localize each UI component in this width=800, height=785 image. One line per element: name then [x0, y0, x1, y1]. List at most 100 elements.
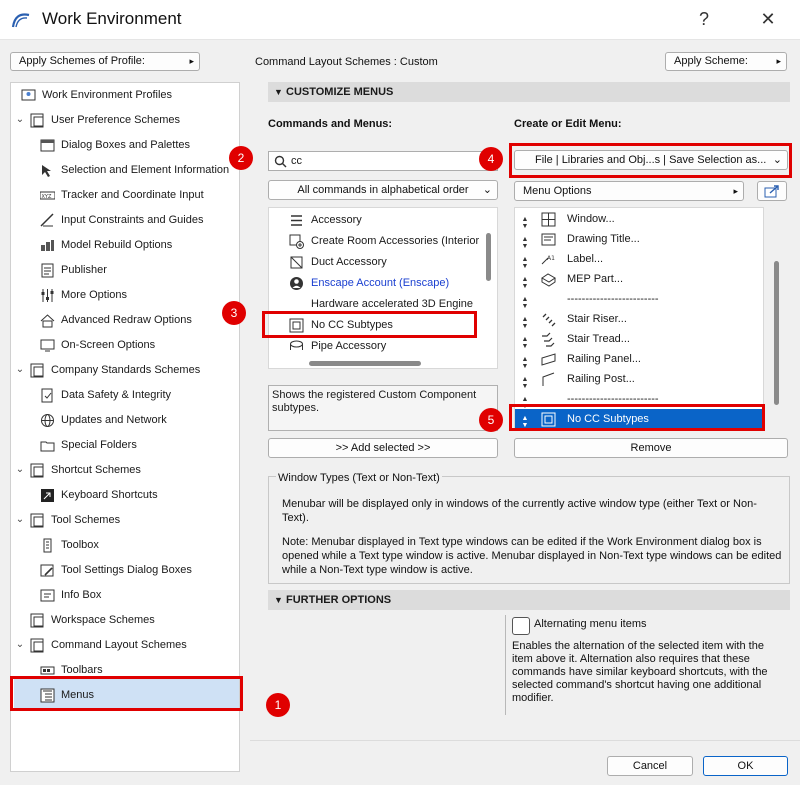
- house-icon: [40, 314, 55, 328]
- collapse-triangle-icon: ▼: [274, 87, 283, 97]
- help-button[interactable]: ?: [688, 4, 720, 36]
- apply-scheme-label: Apply Scheme:: [674, 55, 748, 67]
- scheme-folder-icon: [30, 638, 44, 653]
- commands-horizontal-scrollbar[interactable]: [309, 361, 421, 366]
- highlight-box-menu-select: [509, 143, 792, 178]
- close-icon[interactable]: ✕: [752, 4, 784, 36]
- sliders-icon: [41, 289, 54, 302]
- info-box-icon: [40, 589, 55, 602]
- screen-icon: [40, 339, 55, 352]
- selection-icon: [42, 165, 51, 177]
- scheme-folder-icon: [30, 463, 44, 478]
- callout-badge-3: 3: [222, 301, 246, 325]
- railing-post-icon: [542, 372, 555, 386]
- list-item[interactable]: Enscape Account (Enscape): [269, 273, 497, 294]
- create-or-edit-menu-label: Create or Edit Menu:: [514, 118, 622, 130]
- guides-icon: [40, 213, 54, 227]
- search-input[interactable]: cc: [291, 155, 302, 167]
- reorder-arrows-icon[interactable]: ▲ ▼: [521, 216, 529, 230]
- add-selected-button[interactable]: >> Add selected >>: [268, 438, 498, 458]
- list-item[interactable]: ▲ ▼ Window...: [515, 209, 763, 230]
- commands-vertical-scrollbar[interactable]: [486, 233, 491, 281]
- chevron-down-icon[interactable]: ⌄: [14, 459, 26, 481]
- svg-text:XYZ: XYZ: [42, 194, 52, 200]
- list-item[interactable]: Pipe Accessory: [269, 336, 497, 357]
- command-filter-dropdown[interactable]: All commands in alphabetical order ⌄: [268, 180, 498, 200]
- alternating-menu-items-checkbox[interactable]: [512, 617, 530, 635]
- customize-menus-header[interactable]: ▼ CUSTOMIZE MENUS: [268, 82, 790, 102]
- highlight-box-selected-menu-item: [509, 404, 765, 431]
- scheme-folder-icon: [30, 113, 44, 128]
- title-bar: Work Environment ? ✕: [0, 0, 800, 40]
- reorder-arrows-icon[interactable]: ▲ ▼: [521, 376, 529, 390]
- archicad-app-icon: [11, 13, 30, 28]
- menu-items-vertical-scrollbar[interactable]: [774, 261, 779, 405]
- list-item[interactable]: Duct Accessory: [269, 252, 497, 273]
- drawing-title-icon: [541, 233, 556, 246]
- chevron-down-icon[interactable]: ⌄: [14, 634, 26, 656]
- separator-item[interactable]: ▲ ▼ -------------------------: [515, 289, 763, 310]
- search-icon: [274, 155, 287, 168]
- list-item[interactable]: ▲ ▼ Railing Post...: [515, 369, 763, 390]
- command-description: Shows the registered Custom Component su…: [268, 385, 498, 431]
- search-field[interactable]: cc: [268, 151, 498, 171]
- list-item[interactable]: ▲ ▼ A1 Label...: [515, 249, 763, 270]
- toolbox-icon: [43, 538, 52, 553]
- reorder-arrows-icon[interactable]: ▲ ▼: [521, 336, 529, 350]
- room-accessories-icon: [289, 234, 304, 249]
- list-item[interactable]: ▲ ▼ Railing Panel...: [515, 349, 763, 370]
- scheme-folder-icon: [30, 613, 44, 628]
- chevron-right-icon: ▸: [776, 56, 781, 66]
- xyz-tracker-icon: XYZ: [40, 191, 55, 200]
- commands-and-menus-label: Commands and Menus:: [268, 118, 393, 130]
- reorder-arrows-icon[interactable]: ▲ ▼: [521, 316, 529, 330]
- list-item[interactable]: ▲ ▼ MEP Part...: [515, 269, 763, 290]
- pipe-accessory-icon: [290, 340, 303, 350]
- further-options-header[interactable]: ▼ FURTHER OPTIONS: [268, 590, 790, 610]
- reorder-arrows-icon[interactable]: ▲ ▼: [521, 296, 529, 310]
- command-layout-label: Command Layout Schemes : Custom: [255, 56, 438, 68]
- apply-scheme-dropdown[interactable]: Apply Scheme: ▸: [665, 52, 787, 71]
- apply-profile-dropdown[interactable]: Apply Schemes of Profile: ▸: [10, 52, 200, 71]
- rebuild-icon: [41, 240, 54, 251]
- highlight-box-menus: [10, 676, 243, 711]
- ok-button[interactable]: OK: [703, 756, 788, 776]
- window-types-paragraph-2: Note: Menubar displayed in Text type win…: [282, 536, 782, 576]
- chevron-down-icon[interactable]: ⌄: [14, 509, 26, 531]
- menu-options-dropdown[interactable]: Menu Options ▸: [514, 181, 744, 201]
- reorder-arrows-icon[interactable]: ▲ ▼: [521, 256, 529, 270]
- list-item[interactable]: Accessory: [269, 210, 497, 231]
- chevron-right-icon: ▸: [189, 56, 194, 66]
- label-icon: A1: [541, 255, 555, 265]
- mep-part-icon: [541, 273, 556, 287]
- reorder-arrows-icon[interactable]: ▲ ▼: [521, 276, 529, 290]
- scheme-folder-icon: [30, 513, 44, 528]
- list-item[interactable]: ▲ ▼ Stair Tread...: [515, 329, 763, 350]
- cancel-button[interactable]: Cancel: [607, 756, 693, 776]
- vertical-divider: [505, 615, 506, 715]
- chevron-down-icon[interactable]: ⌄: [14, 109, 26, 131]
- stair-tread-icon: [542, 332, 555, 347]
- callout-badge-5: 5: [479, 408, 503, 432]
- tool-settings-icon: [40, 564, 54, 577]
- list-item[interactable]: ▲ ▼ Stair Riser...: [515, 309, 763, 330]
- window-title: Work Environment: [42, 9, 182, 28]
- chevron-down-icon[interactable]: ⌄: [14, 359, 26, 381]
- stair-riser-icon: [542, 313, 556, 327]
- list-item[interactable]: Create Room Accessories (Interior: [269, 231, 497, 252]
- highlight-box-no-cc-subtypes: [262, 311, 477, 338]
- list-item[interactable]: ▲ ▼ Drawing Title...: [515, 229, 763, 250]
- commands-list: Accessory Create Room Accessories (Inter…: [268, 207, 498, 369]
- folder-icon: [40, 441, 55, 452]
- chevron-right-icon: ▸: [733, 186, 738, 196]
- reorder-arrows-icon[interactable]: ▲ ▼: [521, 236, 529, 250]
- reorder-arrows-icon[interactable]: ▲ ▼: [521, 356, 529, 370]
- globe-icon: [41, 414, 54, 427]
- document-check-icon: [41, 388, 53, 403]
- sidebar-tree: Work Environment Profiles ⌄ User Prefere…: [10, 82, 240, 772]
- export-menu-button[interactable]: [757, 181, 787, 201]
- window-icon: [541, 212, 556, 227]
- dialog-icon: [40, 139, 55, 152]
- remove-button[interactable]: Remove: [514, 438, 788, 458]
- command-layout-value: Custom: [399, 56, 438, 68]
